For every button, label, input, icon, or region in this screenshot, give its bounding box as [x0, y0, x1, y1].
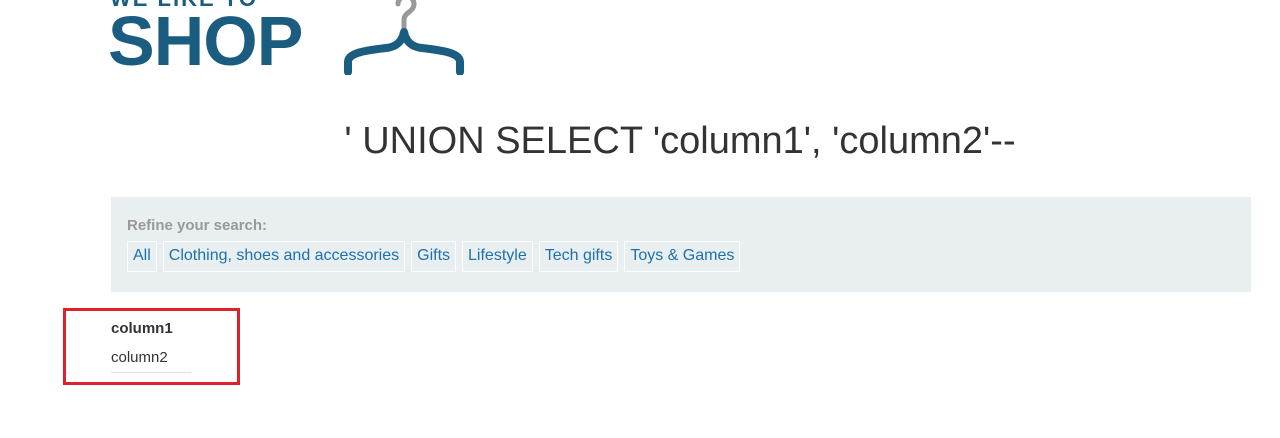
- search-results-title: ' UNION SELECT 'column1', 'column2'--: [344, 120, 1016, 162]
- filter-tech-gifts[interactable]: Tech gifts: [538, 241, 619, 272]
- filter-list: All Clothing, shoes and accessories Gift…: [127, 241, 741, 272]
- filter-label: Refine your search:: [127, 217, 268, 234]
- filter-panel: Refine your search: All Clothing, shoes …: [111, 197, 1251, 292]
- filter-all[interactable]: All: [127, 241, 157, 272]
- filter-lifestyle[interactable]: Lifestyle: [462, 241, 533, 272]
- filter-gifts[interactable]: Gifts: [411, 241, 457, 272]
- hanger-icon: [344, 0, 464, 75]
- highlight-annotation-box: [63, 308, 240, 385]
- filter-toys-games[interactable]: Toys & Games: [624, 241, 741, 272]
- logo-text[interactable]: SHOP: [108, 6, 303, 76]
- filter-clothing[interactable]: Clothing, shoes and accessories: [162, 241, 406, 272]
